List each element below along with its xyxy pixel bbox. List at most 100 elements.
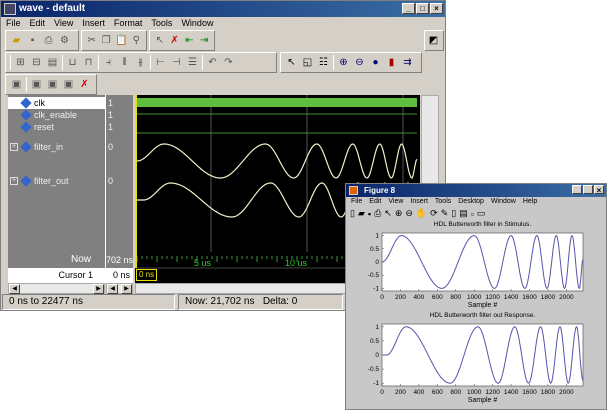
minimize-button[interactable]: [572, 185, 582, 194]
paste-icon[interactable]: 📋: [115, 34, 127, 47]
menu-insert[interactable]: Insert: [410, 197, 428, 207]
scroll-right-button[interactable]: ▶: [93, 284, 104, 294]
x-tick-label: 1600: [522, 389, 537, 396]
signal-clk_enable[interactable]: clk_enable: [8, 109, 105, 121]
wave-tool-icon[interactable]: ⊢: [154, 56, 167, 69]
zoom-in-icon[interactable]: ⊕: [395, 208, 403, 219]
zoom-out-icon[interactable]: ⊖: [353, 56, 366, 69]
open-icon[interactable]: ▰: [358, 208, 365, 219]
modelsim-icon: [4, 3, 16, 15]
format-icon[interactable]: ☷: [317, 56, 330, 69]
close-button[interactable]: ×: [594, 185, 604, 195]
scroll-left-button[interactable]: ◀: [9, 284, 20, 294]
values-hscrollbar[interactable]: ◀ ▶: [106, 283, 133, 294]
undock-button[interactable]: ◩: [424, 30, 444, 51]
cut-icon[interactable]: ✂: [86, 34, 98, 47]
zoom-cursor-icon[interactable]: ⇉: [401, 56, 414, 69]
cursor-marker[interactable]: 0 ns: [136, 269, 158, 281]
signal-clk[interactable]: clk: [8, 97, 105, 109]
figure-title-bar: Figure 8 ×: [346, 184, 606, 197]
close-button[interactable]: ×: [430, 3, 443, 14]
signal-name: filter_out: [34, 176, 69, 186]
maximize-button[interactable]: □: [416, 3, 429, 14]
menu-window[interactable]: Window: [491, 197, 516, 207]
menu-view[interactable]: View: [388, 197, 403, 207]
y-tick-label: 1: [375, 233, 379, 240]
bookmark-icon[interactable]: ▣: [30, 78, 43, 91]
find-icon[interactable]: ⚲: [130, 34, 142, 47]
open-icon[interactable]: ▰: [10, 34, 23, 47]
wave-tool-icon[interactable]: ⊞: [14, 56, 27, 69]
colorbar-icon[interactable]: ▯: [451, 208, 456, 219]
signal-icon: [20, 141, 32, 153]
print-icon[interactable]: ⎙: [42, 34, 55, 47]
menu-view[interactable]: View: [54, 17, 73, 30]
copy-icon[interactable]: ❐: [101, 34, 113, 47]
rotate-icon[interactable]: ⟳: [430, 208, 438, 219]
menu-tools[interactable]: Tools: [435, 197, 451, 207]
x-tick-label: 400: [413, 389, 424, 396]
select-mode-icon[interactable]: ↖: [285, 56, 298, 69]
save-icon[interactable]: ▪: [368, 209, 371, 219]
wave-tool-icon[interactable]: ☰: [186, 56, 199, 69]
edit-plot-icon[interactable]: ↖: [384, 208, 392, 219]
next-edge-icon[interactable]: ⇥: [198, 34, 210, 47]
maximize-button[interactable]: [583, 185, 593, 194]
wave-tool-icon[interactable]: ⊔: [66, 56, 79, 69]
scroll-left-button[interactable]: ◀: [107, 284, 118, 294]
expand-icon[interactable]: +: [10, 143, 18, 151]
delete-bookmark-icon[interactable]: ✗: [78, 78, 91, 91]
cursor-label: Cursor 1: [8, 268, 105, 283]
menu-edit[interactable]: Edit: [369, 197, 381, 207]
wave-tool-icon[interactable]: ⊟: [30, 56, 43, 69]
menu-insert[interactable]: Insert: [82, 17, 105, 30]
expand-icon[interactable]: +: [10, 177, 18, 185]
save-icon[interactable]: ▪: [26, 34, 39, 47]
x-tick-label: 800: [450, 389, 461, 396]
zoom-full-icon[interactable]: ●: [369, 56, 382, 69]
menu-desktop[interactable]: Desktop: [458, 197, 484, 207]
menu-format[interactable]: Format: [114, 17, 143, 30]
wave-tool-icon[interactable]: ⫵: [134, 56, 147, 69]
scroll-right-button[interactable]: ▶: [121, 284, 132, 294]
hide-tools-icon[interactable]: ▫: [471, 209, 474, 219]
undock-icon: ◩: [428, 35, 439, 46]
new-figure-icon[interactable]: ▯: [350, 208, 355, 219]
wave-tool-icon[interactable]: ⫴: [118, 56, 131, 69]
minimize-button[interactable]: _: [402, 3, 415, 14]
print-icon[interactable]: ⎙: [374, 208, 381, 219]
status-now: Now: 21,702 ns Delta: 0: [178, 294, 343, 310]
legend-icon[interactable]: ▤: [459, 208, 468, 219]
menu-file[interactable]: File: [6, 17, 21, 30]
zoom-in-icon[interactable]: ⊕: [337, 56, 350, 69]
wave-tool-icon[interactable]: ⫞: [102, 56, 115, 69]
signal-reset[interactable]: reset: [8, 121, 105, 133]
wave-tool-icon[interactable]: ▤: [46, 56, 59, 69]
bookmark-icon[interactable]: ▣: [46, 78, 59, 91]
menu-help[interactable]: Help: [523, 197, 537, 207]
menu-edit[interactable]: Edit: [30, 17, 46, 30]
zoom-out-icon[interactable]: ⊖: [405, 208, 413, 219]
data-cursor-icon[interactable]: ✎: [441, 208, 449, 219]
menu-window[interactable]: Window: [181, 17, 213, 30]
signal-name: clk: [34, 98, 45, 108]
wave-tool-icon[interactable]: ⊣: [170, 56, 183, 69]
show-tools-icon[interactable]: ▭: [477, 208, 486, 219]
add-cursor-icon[interactable]: ↖: [154, 34, 166, 47]
names-hscrollbar[interactable]: ◀ ▶: [8, 283, 105, 294]
wave-tool-icon[interactable]: ↶: [206, 56, 219, 69]
zoom-mode-icon[interactable]: ◱: [301, 56, 314, 69]
signal-filter_in[interactable]: + filter_in: [8, 141, 105, 153]
wave-tool-icon[interactable]: ↷: [222, 56, 235, 69]
signal-filter_out[interactable]: + filter_out: [8, 175, 105, 187]
menu-file[interactable]: File: [351, 197, 362, 207]
prev-edge-icon[interactable]: ⇤: [184, 34, 196, 47]
stop-icon[interactable]: ▮: [385, 56, 398, 69]
menu-tools[interactable]: Tools: [151, 17, 172, 30]
pan-icon[interactable]: ✋: [416, 208, 427, 219]
bookmark-icon[interactable]: ▣: [10, 78, 23, 91]
delete-cursor-icon[interactable]: ✗: [169, 34, 181, 47]
compile-icon[interactable]: ⚙: [58, 34, 71, 47]
bookmark-icon[interactable]: ▣: [62, 78, 75, 91]
wave-tool-icon[interactable]: ⊓: [82, 56, 95, 69]
